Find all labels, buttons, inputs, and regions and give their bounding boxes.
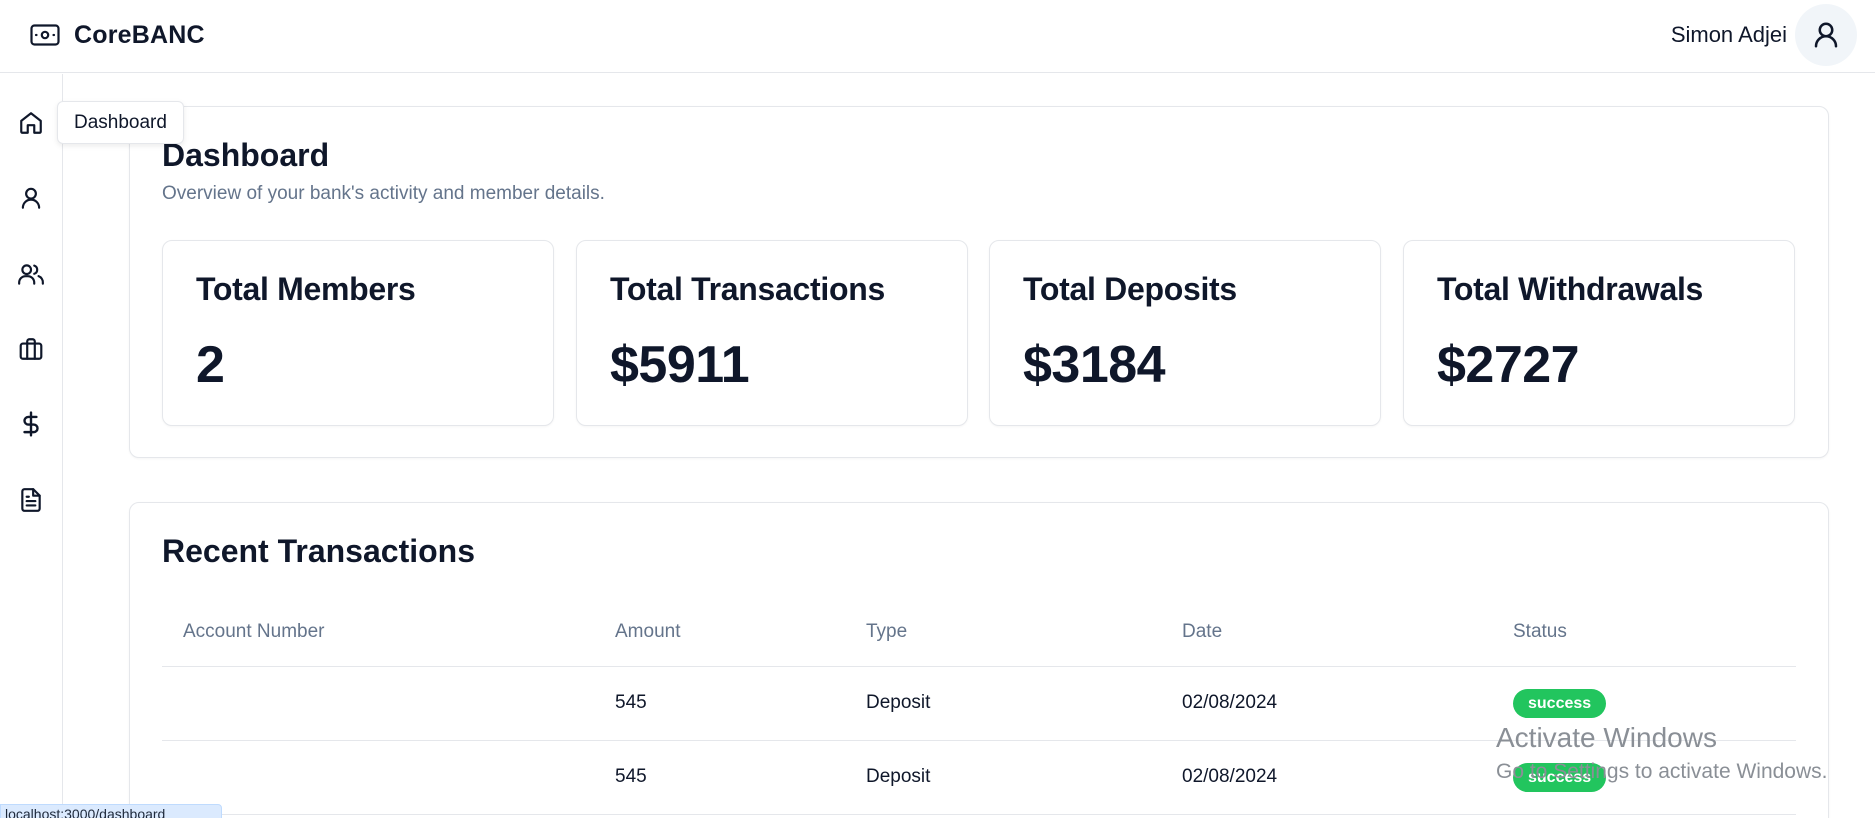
stat-label: Total Transactions <box>610 271 885 307</box>
column-header-type[interactable]: Type <box>866 621 907 643</box>
sidebar-item-transactions[interactable] <box>14 407 48 441</box>
stat-label: Total Members <box>196 271 416 307</box>
banknote-icon <box>30 20 60 50</box>
stat-label: Total Deposits <box>1023 271 1237 307</box>
recent-transactions-card: Recent Transactions Account Number Amoun… <box>129 502 1829 818</box>
cell-type: Deposit <box>866 766 931 787</box>
section-title: Recent Transactions <box>162 533 475 569</box>
stat-value: 2 <box>196 336 225 394</box>
browser-status-url: localhost:3000/dashboard <box>0 804 222 818</box>
stat-label: Total Withdrawals <box>1437 271 1704 307</box>
cell-date: 02/08/2024 <box>1182 766 1278 787</box>
dashboard-card: Dashboard Overview of your bank's activi… <box>129 106 1829 458</box>
cell-date: 02/08/2024 <box>1182 692 1278 713</box>
brand-name: CoreBANC <box>74 20 205 49</box>
briefcase-icon <box>19 338 43 360</box>
user-name: Simon Adjei <box>1670 22 1787 47</box>
cell-amount: 545 <box>615 766 647 787</box>
stat-card-total-deposits: Total Deposits $3184 <box>989 240 1381 426</box>
status-badge: success <box>1513 763 1607 792</box>
sidebar <box>0 74 63 818</box>
column-header-status[interactable]: Status <box>1513 621 1567 643</box>
stat-card-total-transactions: Total Transactions $5911 <box>576 240 968 426</box>
column-header-account-number[interactable]: Account Number <box>183 621 325 643</box>
file-text-icon <box>21 488 41 512</box>
cell-amount: 545 <box>615 692 647 713</box>
user-menu[interactable]: Simon Adjei <box>1671 4 1857 66</box>
stat-card-total-withdrawals: Total Withdrawals $2727 <box>1403 240 1795 426</box>
home-icon <box>20 112 42 134</box>
page-title: Dashboard <box>162 137 330 173</box>
page-subtitle: Overview of your bank's activity and mem… <box>162 183 605 204</box>
sidebar-item-reports[interactable] <box>14 483 48 517</box>
stat-value: $3184 <box>1023 336 1166 394</box>
column-header-date[interactable]: Date <box>1182 621 1222 643</box>
avatar[interactable] <box>1795 4 1857 66</box>
stat-card-total-members: Total Members 2 <box>162 240 554 426</box>
sidebar-item-accounts[interactable] <box>14 332 48 366</box>
user-icon <box>21 187 41 209</box>
stat-value: $5911 <box>610 336 750 394</box>
top-bar: CoreBANC Simon Adjei <box>0 0 1875 73</box>
sidebar-item-dashboard[interactable] <box>14 106 48 140</box>
sidebar-item-member[interactable] <box>14 181 48 215</box>
user-icon <box>1814 22 1838 48</box>
brand[interactable]: CoreBANC <box>30 20 205 50</box>
dollar-icon <box>23 411 39 437</box>
sidebar-item-members[interactable] <box>14 257 48 291</box>
sidebar-tooltip: Dashboard <box>57 101 184 144</box>
table-row[interactable]: 545 Deposit 02/08/2024 success <box>162 741 1796 815</box>
table-header: Account Number Amount Type Date Status <box>162 603 1796 667</box>
table-row[interactable]: 545 Deposit 02/08/2024 success <box>162 667 1796 741</box>
users-icon <box>18 264 44 285</box>
transactions-table: Account Number Amount Type Date Status 5… <box>162 603 1796 815</box>
cell-type: Deposit <box>866 692 931 713</box>
stat-value: $2727 <box>1437 336 1580 394</box>
column-header-amount[interactable]: Amount <box>615 621 680 643</box>
status-badge: success <box>1513 689 1607 718</box>
